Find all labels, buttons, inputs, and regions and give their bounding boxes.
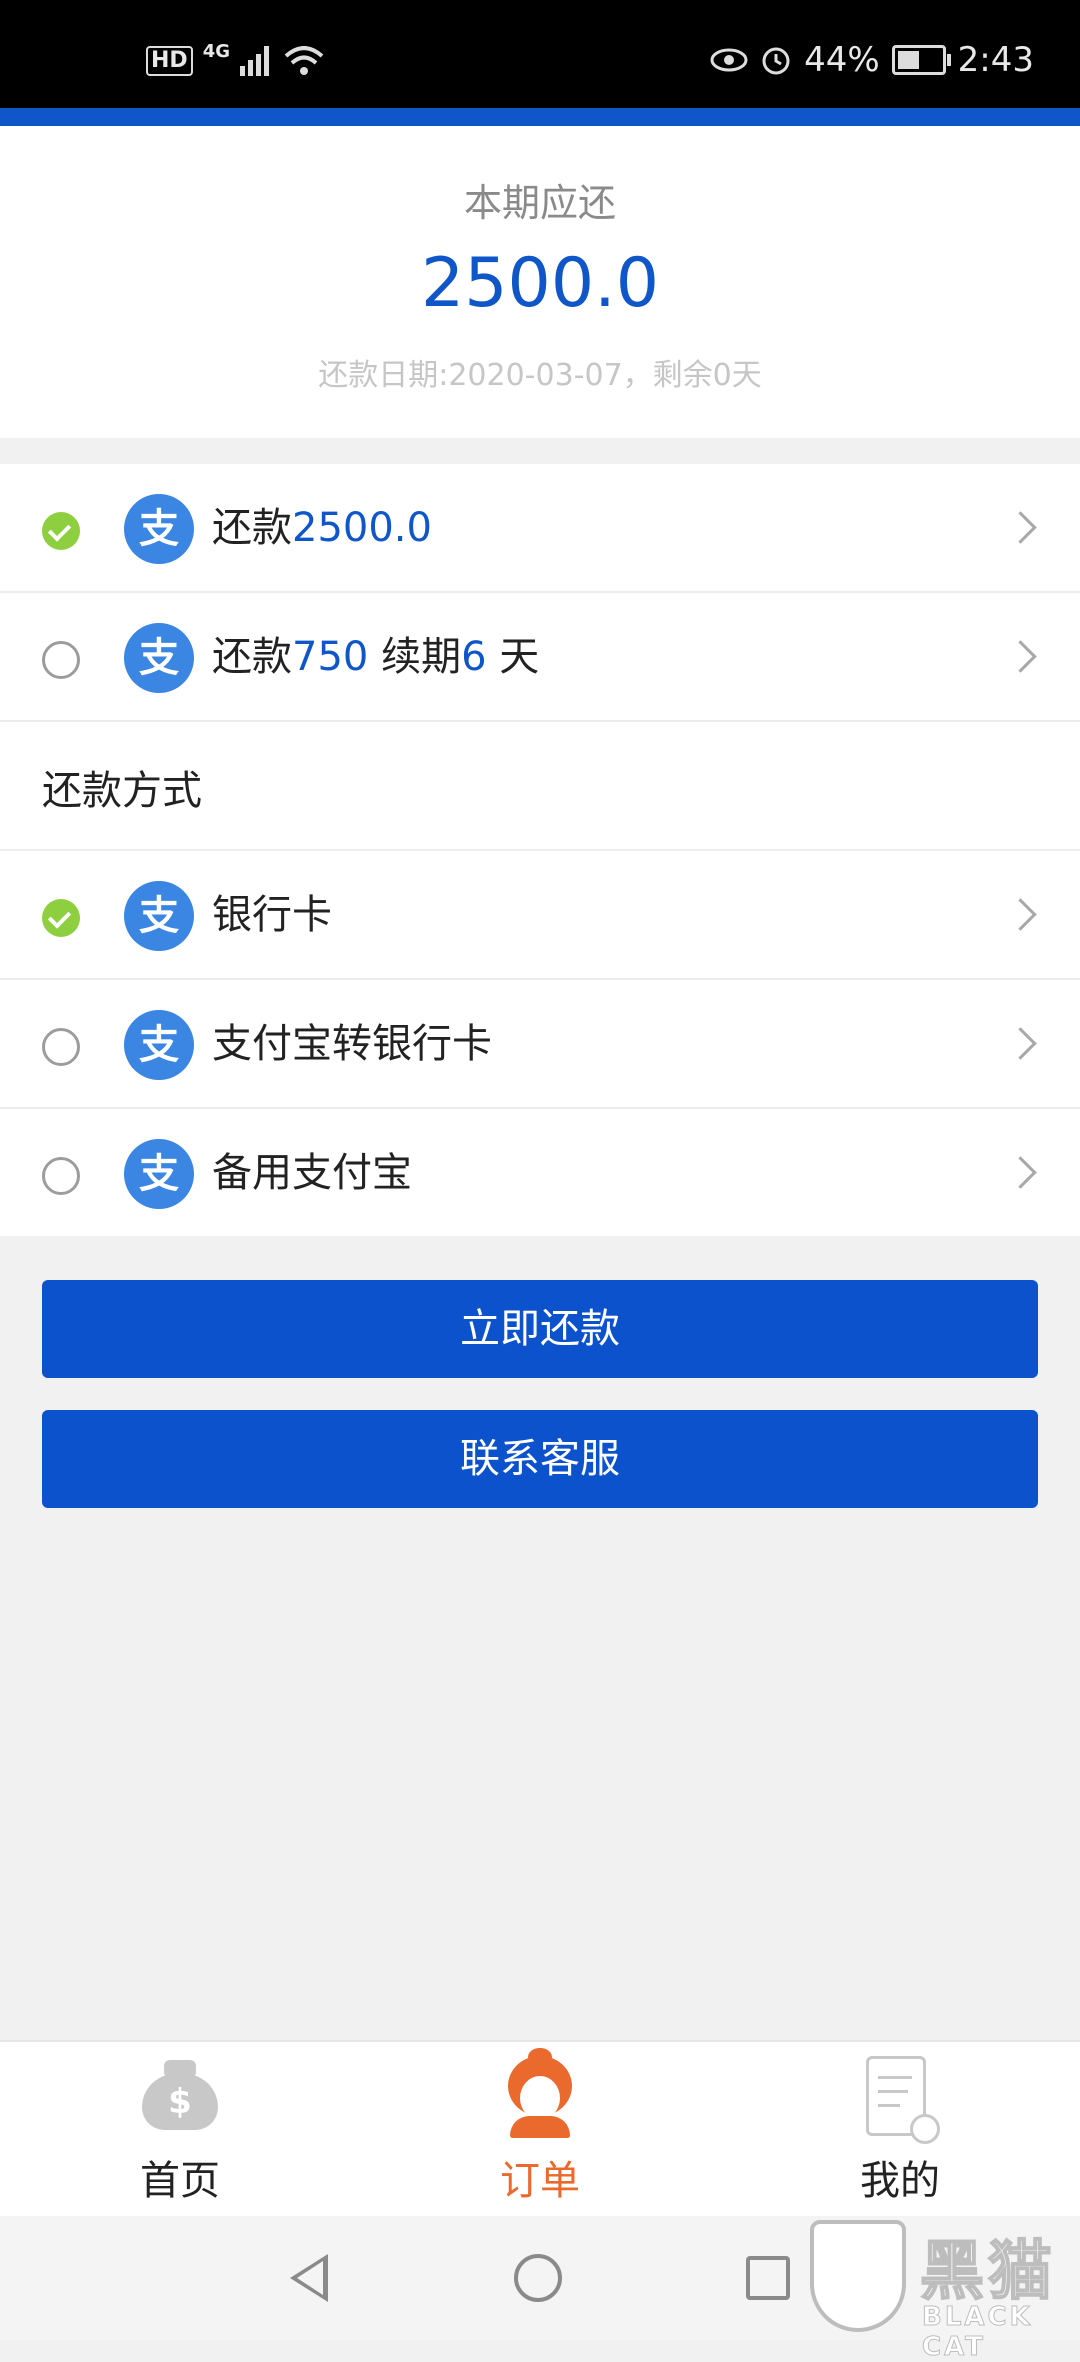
alipay-icon: 支 [124, 1010, 194, 1080]
option-suffix: 天 [486, 634, 540, 680]
tab-label: 订单 [500, 2158, 580, 2204]
repayment-summary: 本期应还 2500.0 还款日期:2020-03-07，剩余0天 [0, 126, 1080, 438]
summary-label: 本期应还 [463, 181, 616, 225]
option-renewal[interactable]: 支 还款750 续期6 天 [0, 593, 1080, 722]
chevron-right-icon [1004, 1156, 1037, 1189]
money-bag-icon: $ [142, 2060, 218, 2130]
option-label: 还款750 续期6 天 [212, 629, 539, 685]
radio-unchecked[interactable] [42, 1028, 80, 1066]
wifi-icon [284, 46, 324, 75]
alipay-icon: 支 [124, 623, 194, 693]
nav-home-icon[interactable] [514, 2254, 562, 2302]
chevron-right-icon [1004, 898, 1037, 931]
alarm-icon [762, 47, 790, 75]
method-label: 备用支付宝 [212, 1150, 412, 1196]
method-bank-card[interactable]: 支 银行卡 [0, 851, 1080, 980]
option-days: 6 [461, 634, 487, 680]
bottom-tab-bar: $ 首页 订单 我的 [0, 2040, 1080, 2218]
method-backup-alipay[interactable]: 支 备用支付宝 [0, 1109, 1080, 1236]
tab-label: 首页 [140, 2158, 220, 2204]
method-alipay-to-bank[interactable]: 支 支付宝转银行卡 [0, 980, 1080, 1109]
status-right: 44% 2:43 [710, 40, 1034, 80]
header-accent-line [0, 108, 1080, 126]
chevron-right-icon [1004, 1027, 1037, 1060]
option-middle: 续期 [368, 634, 462, 680]
repay-now-button[interactable]: 立即还款 [42, 1280, 1038, 1378]
nav-recents-icon[interactable] [746, 2256, 790, 2300]
option-amount: 2500.0 [292, 505, 432, 551]
alipay-icon: 支 [124, 881, 194, 951]
eye-icon [710, 48, 748, 72]
radio-unchecked[interactable] [42, 641, 80, 679]
option-prefix: 还款 [212, 505, 292, 551]
due-date-info: 还款日期:2020-03-07，剩余0天 [318, 358, 762, 393]
tab-home[interactable]: $ 首页 [60, 2042, 300, 2218]
nav-back-icon[interactable] [290, 2254, 328, 2302]
clock-time: 2:43 [957, 40, 1034, 80]
chevron-right-icon [1004, 640, 1037, 673]
method-label: 银行卡 [212, 892, 332, 938]
black-cat-watermark: 黑猫 BLACK CAT [810, 2220, 1080, 2362]
battery-icon [891, 45, 951, 75]
section-title: 还款方式 [42, 768, 202, 814]
customer-service-icon [502, 2048, 578, 2138]
status-bar: HD 4G 44% 2:43 [0, 0, 1080, 108]
contact-service-button[interactable]: 联系客服 [42, 1410, 1038, 1508]
tab-label: 我的 [860, 2158, 940, 2204]
option-label: 还款2500.0 [212, 500, 432, 556]
radio-unchecked[interactable] [42, 1157, 80, 1195]
tab-orders[interactable]: 订单 [420, 2042, 660, 2218]
option-amount: 750 [292, 634, 369, 680]
battery-percent: 44% [804, 40, 880, 80]
network-type: 4G [202, 40, 230, 62]
option-full-repayment[interactable]: 支 还款2500.0 [0, 464, 1080, 593]
tab-mine[interactable]: 我的 [780, 2042, 1020, 2218]
document-check-icon [866, 2056, 940, 2144]
amount-due: 2500.0 [421, 244, 659, 323]
cat-shield-icon [810, 2220, 906, 2332]
radio-checked[interactable] [42, 899, 80, 937]
method-label: 支付宝转银行卡 [212, 1021, 492, 1067]
alipay-icon: 支 [124, 1139, 194, 1209]
signal-icon [240, 46, 269, 76]
payment-method-header: 还款方式 [0, 722, 1080, 851]
watermark-en: BLACK CAT [922, 2302, 1033, 2362]
status-left: HD 4G [146, 41, 324, 76]
chevron-right-icon [1004, 511, 1037, 544]
hd-badge: HD [146, 46, 193, 76]
alipay-icon: 支 [124, 494, 194, 564]
option-prefix: 还款 [212, 634, 292, 680]
watermark-zh: 黑猫 [919, 2234, 1056, 2310]
repayment-options-list: 支 还款2500.0 支 还款750 续期6 天 还款方式 支 银行卡 支 支付… [0, 464, 1080, 1236]
radio-checked[interactable] [42, 512, 80, 550]
